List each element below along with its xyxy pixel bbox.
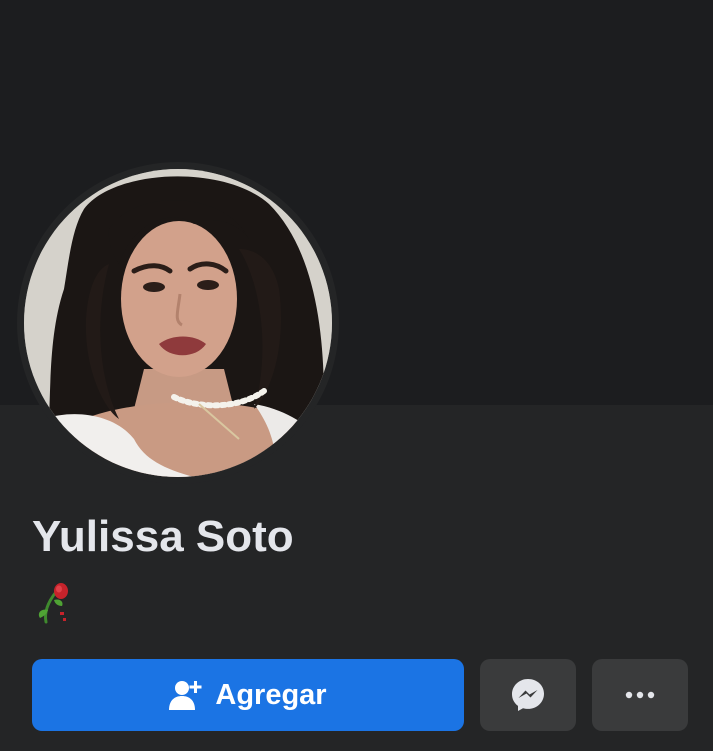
- profile-name: Yulissa Soto: [32, 512, 294, 561]
- wilted-rose-emoji: [34, 578, 74, 624]
- profile-header: Yulissa Soto Agregar: [0, 0, 713, 751]
- add-friend-label: Agregar: [215, 678, 327, 711]
- messenger-icon: [511, 678, 545, 712]
- more-button[interactable]: [592, 659, 688, 731]
- add-friend-button[interactable]: Agregar: [32, 659, 464, 731]
- profile-actions: Agregar: [32, 659, 688, 731]
- add-friend-icon: [169, 678, 203, 712]
- more-dots-icon: [625, 691, 655, 699]
- message-button[interactable]: [480, 659, 576, 731]
- profile-picture[interactable]: [24, 169, 332, 477]
